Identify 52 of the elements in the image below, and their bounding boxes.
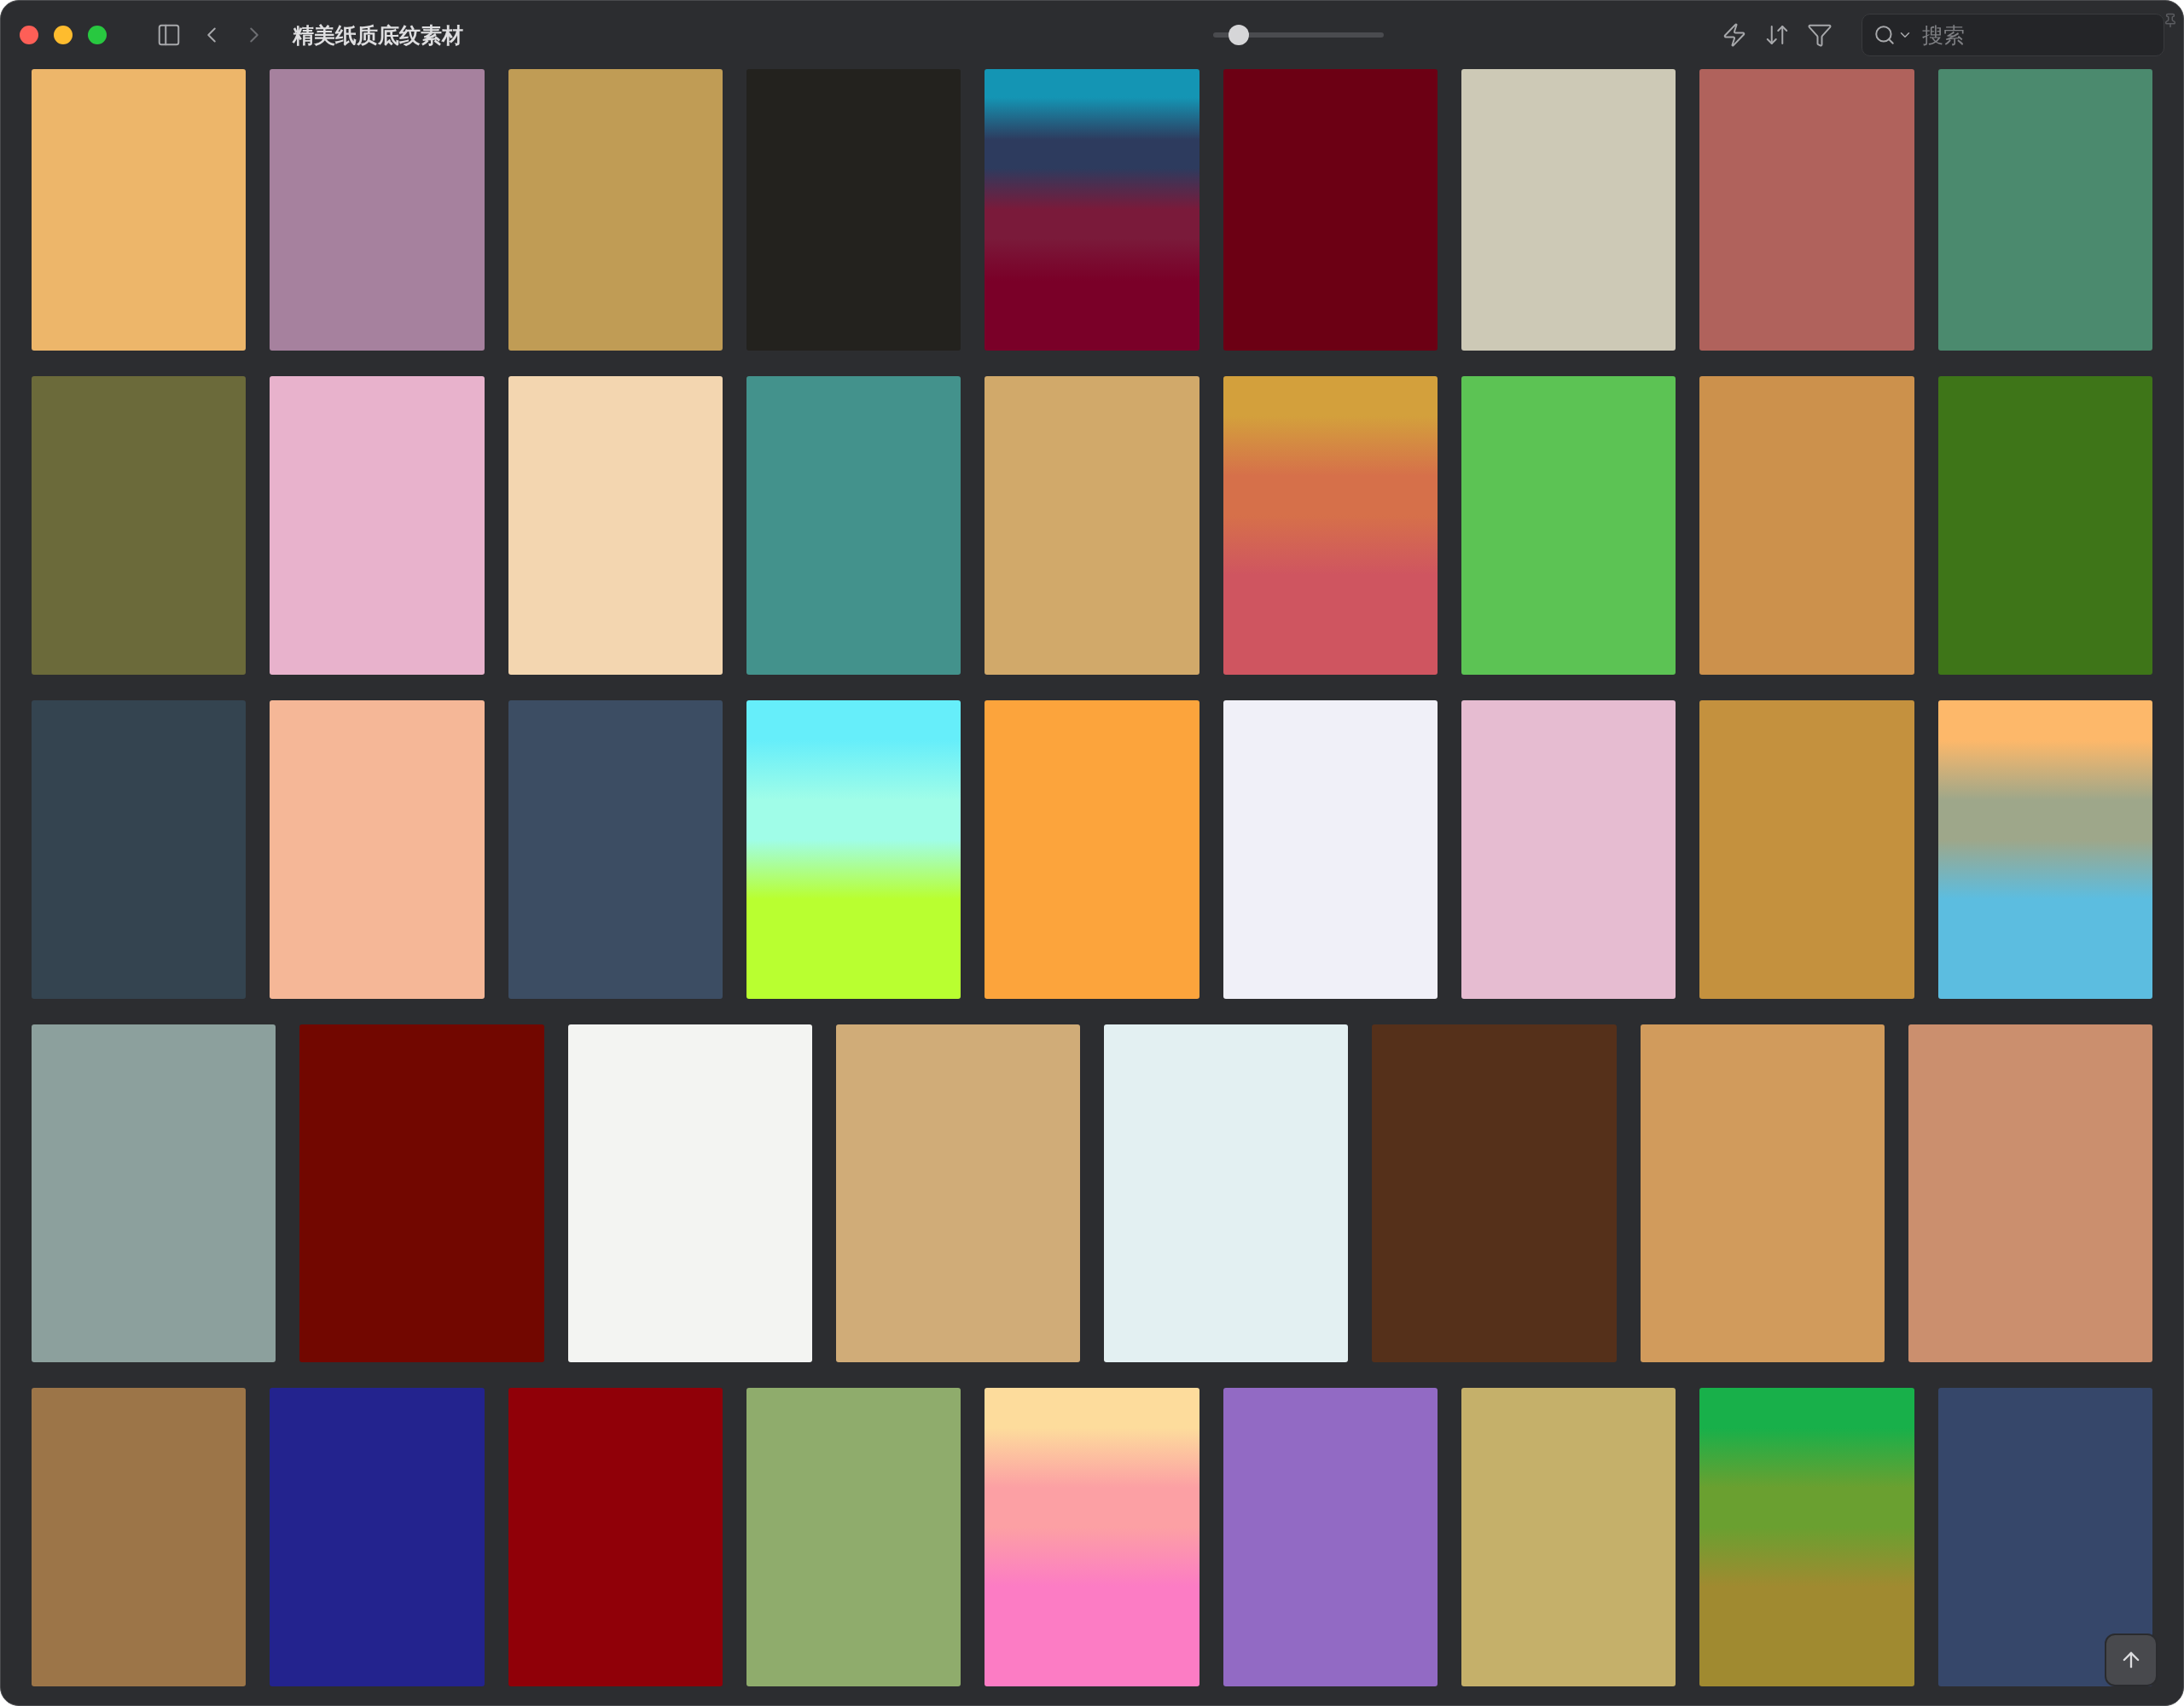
paper-texture-swatch[interactable]: [270, 69, 485, 351]
scroll-to-top-button[interactable]: [2105, 1633, 2158, 1686]
paper-texture-swatch[interactable]: [508, 376, 723, 675]
paper-texture-swatch[interactable]: [746, 1388, 961, 1686]
window-title: 精美纸质底纹素材: [293, 21, 463, 49]
zoom-button[interactable]: [88, 26, 107, 44]
slider-thumb[interactable]: [1228, 25, 1249, 45]
paper-texture-swatch[interactable]: [985, 700, 1199, 999]
paper-texture-swatch[interactable]: [508, 69, 723, 351]
paper-texture-swatch[interactable]: [1699, 700, 1914, 999]
paper-texture-swatch[interactable]: [1461, 376, 1676, 675]
paper-texture-swatch[interactable]: [1223, 376, 1438, 675]
paper-texture-swatch[interactable]: [1699, 1388, 1914, 1686]
paper-texture-swatch[interactable]: [1461, 69, 1676, 351]
paper-texture-swatch[interactable]: [985, 69, 1199, 351]
paper-texture-swatch[interactable]: [32, 700, 247, 999]
paper-texture-swatch[interactable]: [1461, 700, 1676, 999]
paper-texture-swatch[interactable]: [567, 1024, 812, 1362]
paper-texture-swatch[interactable]: [1372, 1024, 1617, 1362]
paper-texture-swatch[interactable]: [32, 69, 247, 351]
paper-texture-swatch[interactable]: [270, 700, 485, 999]
paper-texture-swatch[interactable]: [32, 1024, 276, 1362]
paper-texture-swatch[interactable]: [1937, 69, 2152, 351]
paper-texture-swatch[interactable]: [1223, 1388, 1438, 1686]
paper-texture-swatch[interactable]: [32, 1388, 247, 1686]
search-field[interactable]: 搜索: [1862, 14, 2164, 56]
paper-texture-swatch[interactable]: [270, 376, 485, 675]
paper-texture-swatch[interactable]: [508, 1388, 723, 1686]
paper-texture-swatch[interactable]: [1699, 376, 1914, 675]
paper-texture-swatch[interactable]: [1937, 376, 2152, 675]
paper-texture-swatch[interactable]: [835, 1024, 1080, 1362]
minimize-button[interactable]: [54, 26, 73, 44]
paper-texture-swatch[interactable]: [299, 1024, 544, 1362]
paper-texture-swatch[interactable]: [1937, 700, 2152, 999]
paper-texture-swatch[interactable]: [32, 376, 247, 675]
paper-texture-swatch[interactable]: [1699, 69, 1914, 351]
paper-texture-swatch[interactable]: [985, 1388, 1199, 1686]
paper-texture-swatch[interactable]: [1104, 1024, 1349, 1362]
paper-texture-swatch[interactable]: [508, 700, 723, 999]
paper-texture-swatch[interactable]: [1937, 1388, 2152, 1686]
close-button[interactable]: [20, 26, 38, 44]
pin-icon[interactable]: [2163, 13, 2178, 28]
paper-texture-swatch[interactable]: [1223, 700, 1438, 999]
paper-texture-swatch[interactable]: [1223, 69, 1438, 351]
paper-texture-swatch[interactable]: [270, 1388, 485, 1686]
paper-texture-swatch[interactable]: [985, 376, 1199, 675]
paper-texture-swatch[interactable]: [746, 700, 961, 999]
paper-texture-swatch[interactable]: [1908, 1024, 2152, 1362]
paper-texture-swatch[interactable]: [1640, 1024, 1885, 1362]
paper-texture-swatch[interactable]: [746, 376, 961, 675]
paper-texture-swatch[interactable]: [1461, 1388, 1676, 1686]
search-icon[interactable]: [1873, 24, 1896, 46]
